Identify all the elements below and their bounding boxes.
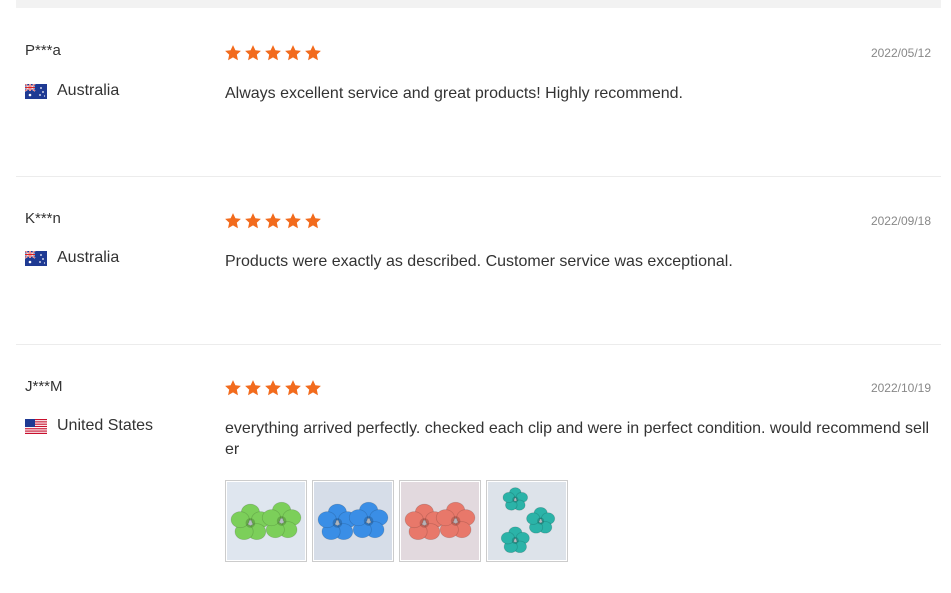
review-item: P***a Australia 2022/05/12 Always excell… [16, 8, 941, 177]
reviewer-country: United States [25, 417, 153, 435]
coral-flower-clip-photo[interactable] [399, 480, 481, 562]
star-icon [245, 213, 261, 229]
reviewer-name: P***a [25, 42, 61, 59]
review-date: 2022/10/19 [870, 381, 931, 395]
review-photos [225, 480, 568, 562]
star-rating [224, 379, 322, 397]
reviewer-name: K***n [25, 210, 61, 227]
reviewer-country: Australia [25, 249, 119, 267]
review-item: K***n Australia 2022/09/18 Products were… [16, 176, 941, 345]
star-icon [305, 213, 321, 229]
star-icon [245, 45, 261, 61]
flag-au-icon [25, 83, 47, 99]
star-icon [225, 45, 241, 61]
flag-au-icon [25, 250, 47, 266]
teal-flower-clip-photo[interactable] [486, 480, 568, 562]
star-icon [285, 213, 301, 229]
star-rating [224, 44, 322, 62]
review-text: Products were exactly as described. Cust… [225, 253, 733, 270]
star-icon [265, 380, 281, 396]
review-item: J***M United States 2022/10/19 everythin… [16, 344, 941, 593]
star-icon [225, 380, 241, 396]
review-text: Always excellent service and great produ… [225, 85, 683, 102]
star-rating [224, 212, 322, 230]
green-flower-clip-photo[interactable] [225, 480, 307, 562]
star-icon [285, 45, 301, 61]
review-text: everything arrived perfectly. checked ea… [225, 420, 930, 458]
star-icon [265, 45, 281, 61]
reviewer-country: Australia [25, 82, 119, 100]
country-name: United States [57, 417, 154, 434]
review-date: 2022/09/18 [870, 214, 931, 228]
star-icon [285, 380, 301, 396]
country-name: Australia [57, 82, 120, 99]
star-icon [225, 213, 241, 229]
star-icon [305, 45, 321, 61]
star-icon [265, 213, 281, 229]
star-icon [305, 380, 321, 396]
reviewer-name: J***M [25, 378, 63, 395]
blue-flower-clip-photo[interactable] [312, 480, 394, 562]
country-name: Australia [57, 249, 120, 266]
flag-us-icon [25, 418, 47, 434]
review-date: 2022/05/12 [870, 46, 931, 60]
star-icon [245, 380, 261, 396]
top-divider-bar [16, 0, 941, 8]
